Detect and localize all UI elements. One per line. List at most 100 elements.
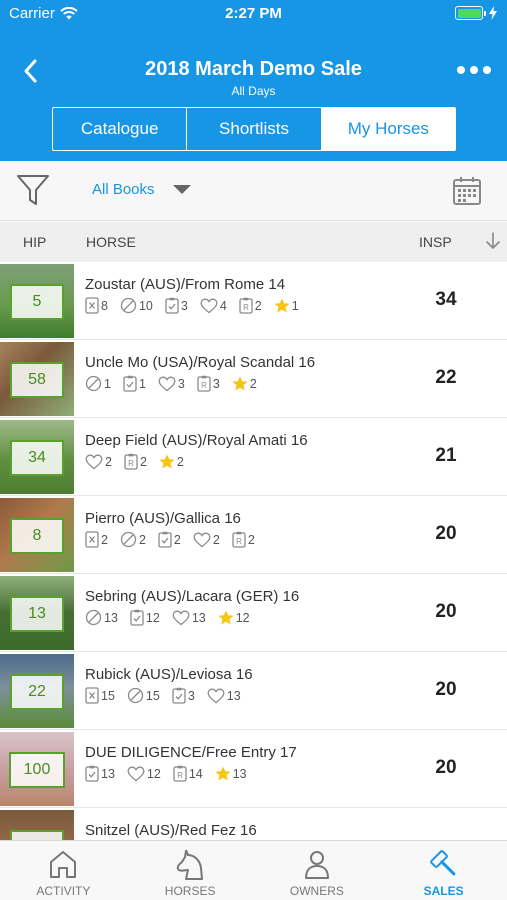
table-header: HIP HORSE INSP [0,222,507,262]
stat-count: 12 [235,610,250,625]
hip-number-badge: 8 [10,518,64,554]
hip-number-badge: 22 [10,674,64,710]
stat-count: 2 [101,532,108,547]
rating-icon: R [173,765,187,782]
status-bar: Carrier 2:27 PM [0,0,507,28]
arrow-down-icon [486,232,500,249]
filter-bar: All Books [0,161,507,221]
hip-number-badge: 100 [9,752,65,788]
heart-icon [172,610,190,626]
tab-sales[interactable]: SALES [380,841,507,900]
more-dot-icon [457,66,465,74]
heart-icon [193,532,211,548]
horse-stats: 2222R2 [85,531,255,548]
xray-icon [85,687,99,704]
star-icon [218,610,234,625]
tab-owners[interactable]: OWNERS [254,841,381,900]
battery-icon [455,6,497,20]
table-row[interactable]: 8 Pierro (AUS)/Gallica 16 2 2 2 2 R 2 20 [0,496,507,574]
horse-thumbnail: 5 [0,264,74,338]
horse-list[interactable]: 5 Zoustar (AUS)/From Rome 14 8 10 3 4 R 2 1 34 58 U… [0,262,507,840]
stat-count: 3 [177,376,185,391]
horse-stats: 13 12 13 12 [85,609,250,626]
heart-icon [207,688,225,704]
horse-stats: 13 12 R 14 13 [85,765,247,782]
tab-label: OWNERS [289,884,344,898]
table-row[interactable]: 58 Uncle Mo (USA)/Royal Scandal 16 1 1 3 R 3 2 2… [0,340,507,418]
person-icon [304,851,329,879]
checklist-stat: 2 [158,531,181,548]
table-row[interactable]: Snitzel (AUS)/Red Fez 16 [0,808,507,840]
back-button[interactable] [18,56,46,86]
tab-shortlists[interactable]: Shortlists [187,108,322,150]
table-row[interactable]: 22 Rubick (AUS)/Leviosa 16 15 15 3 13 20 [0,652,507,730]
star-icon [274,298,290,313]
rating-icon: R [232,531,246,548]
inspection-count: 20 [435,679,457,700]
more-options-button[interactable] [457,62,491,78]
more-dot-icon [483,66,491,74]
horse-name: Zoustar (AUS)/From Rome 14 [85,276,286,293]
stat-count: 2 [105,454,112,469]
rating-stat: R 14 [173,765,203,782]
rating-stat: R2 [232,531,255,548]
checklist-stat: 12 [130,609,160,626]
heart-stat: 2 [85,454,112,470]
inspection-count: 20 [435,757,457,778]
stat-count: 13 [104,610,118,625]
heart-icon [85,454,103,470]
stat-count: 15 [101,688,115,703]
star-stat: 12 [218,610,250,625]
column-header-horse[interactable]: HORSE [86,234,136,250]
horse-name: Deep Field (AUS)/Royal Amati 16 [85,432,308,449]
checklist-icon [130,609,144,626]
tab-my-horses[interactable]: My Horses [321,108,455,150]
heart-icon [200,298,218,314]
stat-count: 1 [291,298,299,313]
rating-stat: R3 [197,375,220,392]
horse-thumbnail [0,810,74,840]
funnel-icon [17,175,49,205]
heart-stat: 2 [193,532,220,548]
tab-activity[interactable]: ACTIVITY [0,841,127,900]
stat-count: 3 [180,298,188,313]
table-row[interactable]: 13 Sebring (AUS)/Lacara (GER) 16 13 12 13 12 2… [0,574,507,652]
table-row[interactable]: 34 Deep Field (AUS)/Royal Amati 16 2 R 2 2 21 [0,418,507,496]
horse-stats: 2R22 [85,453,184,470]
books-dropdown[interactable]: All Books [92,181,191,198]
star-icon [215,766,231,781]
caret-down-icon [172,185,191,194]
table-row[interactable]: 100 DUE DILIGENCE/Free Entry 17 13 12 R 14 13 2… [0,730,507,808]
horse-name: Rubick (AUS)/Leviosa 16 [85,666,253,683]
table-row[interactable]: 5 Zoustar (AUS)/From Rome 14 8 10 3 4 R 2 1 34 [0,262,507,340]
hip-number-badge [10,830,64,840]
stat-count: 13 [232,766,247,781]
xray-stat: 8 [85,297,108,314]
stat-count: 3 [187,688,195,703]
scope-icon [120,297,137,314]
stat-count: 12 [146,766,161,781]
calendar-button[interactable] [452,176,482,206]
rating-stat: R2 [239,297,262,314]
more-dot-icon [470,66,478,74]
home-icon [50,851,77,878]
rating-icon: R [124,453,138,470]
checklist-icon [172,687,186,704]
column-header-hip[interactable]: HIP [23,234,46,250]
tab-horses[interactable]: HORSES [127,841,254,900]
scope-icon [85,375,102,392]
horse-head-icon [176,849,204,880]
sort-button[interactable] [485,231,501,251]
tab-catalogue[interactable]: Catalogue [53,108,188,150]
column-header-insp[interactable]: INSP [419,234,452,250]
gavel-icon [429,850,456,876]
filter-button[interactable] [16,173,50,207]
heart-stat: 3 [158,376,185,392]
horse-stats: 8 10 3 4 R 2 1 [85,297,299,314]
horse-name: Pierro (AUS)/Gallica 16 [85,510,241,527]
stat-count: 2 [173,532,181,547]
bottom-tab-bar: ACTIVITY HORSES OWNERS SALES [0,840,507,900]
stat-count: 2 [249,376,257,391]
checklist-icon [165,297,179,314]
tab-label: ACTIVITY [36,884,91,898]
